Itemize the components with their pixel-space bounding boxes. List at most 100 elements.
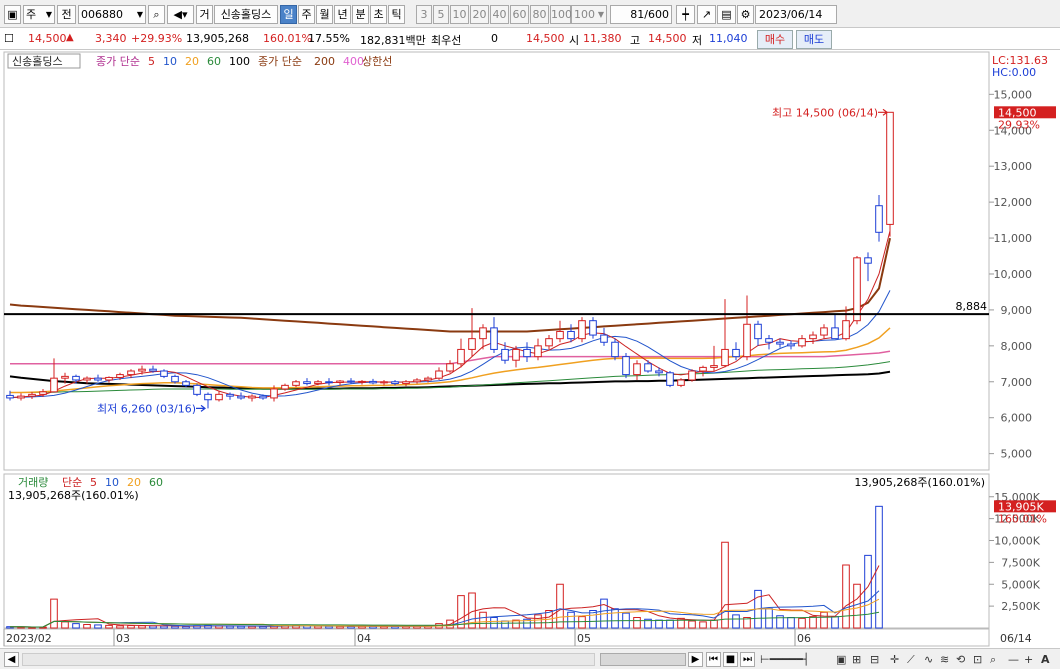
legend-ma-title: 종가 단순 — [96, 55, 140, 68]
interval-button-3[interactable]: 3 — [416, 5, 432, 24]
price-tick-label: 8,000 — [1001, 340, 1033, 353]
zoom-out-icon[interactable]: ▣ — [836, 652, 846, 667]
prev-button[interactable]: 전 — [57, 5, 76, 24]
candle-body — [589, 320, 597, 336]
stock-chart[interactable]: 15,00014,00013,00012,00011,00010,0009,00… — [0, 50, 1060, 648]
low-value: 11,040 — [709, 32, 748, 45]
zoom-slider-icon[interactable]: ⊢━━━━━┤ — [760, 652, 830, 667]
interval-button-10[interactable]: 10 — [450, 5, 469, 24]
interval-button-80[interactable]: 80 — [530, 5, 549, 24]
volume-bar — [116, 625, 124, 629]
volume-bar — [226, 625, 234, 629]
volume-bar — [831, 616, 839, 629]
legend-ma-60: 60 — [207, 55, 221, 68]
volume-bar — [864, 554, 872, 629]
stock-name[interactable]: 신송홀딩스 — [214, 5, 278, 24]
fib-icon[interactable]: ∿ — [924, 652, 933, 667]
legend-ma-100: 100 — [229, 55, 250, 68]
period-tab-6[interactable]: 틱 — [388, 5, 405, 24]
best-label: 최우선 — [431, 34, 462, 47]
volume-tick-label: 5,000K — [1001, 578, 1040, 591]
price-tick-label: 10,000 — [994, 268, 1033, 281]
interval-button-100[interactable]: 100 — [550, 5, 572, 24]
search-icon[interactable]: ⌕ — [148, 5, 165, 24]
interval-button-40[interactable]: 40 — [490, 5, 509, 24]
count-field[interactable]: 81/600 — [610, 5, 672, 24]
candle-body — [842, 320, 850, 340]
scroll-track[interactable] — [22, 653, 595, 666]
volume-bar — [611, 608, 619, 629]
buy-button[interactable]: 매수 — [757, 30, 793, 49]
crosshair-icon[interactable]: ✛ — [890, 652, 899, 667]
legend-ma-long-1: 400 — [343, 55, 364, 68]
volume-bar — [842, 564, 850, 629]
low-label: 저 — [692, 34, 703, 47]
candle-body — [501, 348, 509, 361]
period-tab-1[interactable]: 주 — [298, 5, 315, 24]
code-input[interactable]: ▼ — [78, 5, 146, 24]
cycle-icon[interactable]: ⟲ — [956, 652, 965, 667]
volume-bar — [655, 619, 663, 629]
candle-body — [666, 372, 674, 386]
count-value: 81 — [630, 8, 645, 21]
stop-icon[interactable]: ■ — [723, 652, 738, 667]
save-icon[interactable]: ▤ — [717, 5, 736, 24]
period-tab-3[interactable]: 년 — [334, 5, 351, 24]
period-tab-4[interactable]: 분 — [352, 5, 369, 24]
open-label: 시 — [569, 34, 580, 47]
interval-button-60[interactable]: 60 — [510, 5, 529, 24]
interval-button-5[interactable]: 5 — [433, 5, 449, 24]
candle-body — [380, 381, 388, 384]
candle-body — [446, 363, 454, 372]
draw-tool-icon[interactable]: ↗ — [697, 5, 716, 24]
scroll-right-icon[interactable]: ▶ — [688, 652, 703, 667]
volume-bar — [94, 624, 102, 629]
volume-bar — [83, 624, 91, 629]
type-select[interactable]: 주 ▼ — [23, 5, 55, 24]
period-tab-2[interactable]: 월 — [316, 5, 333, 24]
speaker-icon[interactable]: ◀▾ — [167, 5, 194, 24]
gear-icon[interactable]: ⚙ — [737, 5, 754, 24]
price-tick-label: 7,000 — [1001, 376, 1033, 389]
first-icon[interactable]: ⏮ — [706, 652, 721, 667]
text-tool-icon[interactable]: A — [1041, 652, 1050, 667]
interval-button-20[interactable]: 20 — [470, 5, 489, 24]
period-tab-5[interactable]: 초 — [370, 5, 387, 24]
horizontal-scrollbar[interactable]: ◀ ▶ ⏮ ■ ⏭ ⊢━━━━━┤ ▣ ⊞ ⊟ ✛ ⟋ ∿ ≋ ⟲ ⊡ ⌕ — … — [0, 648, 1060, 669]
date-field[interactable]: 2023/06/14 — [755, 5, 837, 24]
candle-icon[interactable]: ┿ — [676, 5, 695, 24]
best-price: 14,500 — [526, 32, 565, 45]
plus-icon[interactable]: + — [1024, 652, 1033, 667]
scroll-left-icon[interactable]: ◀ — [4, 652, 19, 667]
zoom-in-icon[interactable]: ⊞ — [852, 652, 861, 667]
candle-body — [600, 334, 608, 343]
channel-icon[interactable]: ≋ — [940, 652, 949, 667]
volume-bar — [578, 616, 586, 629]
interval-select[interactable]: 100 ▼ — [571, 5, 607, 24]
volume-axis: 15,000K12,500K10,000K7,500K5,000K2,500K1… — [989, 491, 1056, 613]
legend-ma-20: 20 — [185, 55, 199, 68]
trend-icon[interactable]: ⟋ — [907, 652, 915, 667]
magnify-icon[interactable]: ⌕ — [990, 652, 996, 667]
candle-body — [347, 380, 355, 383]
last-icon[interactable]: ⏭ — [740, 652, 755, 667]
trade-button[interactable]: 거 — [196, 5, 213, 24]
current-pct-label: 29.93% — [998, 118, 1040, 131]
layout-icon[interactable]: ▣ — [4, 5, 21, 24]
candle-body — [534, 345, 542, 358]
select-icon[interactable]: ⊡ — [973, 652, 982, 667]
high-annotation: 최고 14,500 (06/14) — [772, 106, 878, 119]
legend-ma-10: 10 — [163, 55, 177, 68]
sell-button[interactable]: 매도 — [796, 30, 832, 49]
fit-icon[interactable]: ⊟ — [870, 652, 879, 667]
legend-vol-ma-0: 5 — [90, 476, 97, 489]
code-input-field[interactable] — [79, 6, 145, 23]
candle-body — [864, 257, 872, 264]
candle-body — [831, 327, 839, 340]
scroll-thumb[interactable] — [600, 653, 686, 666]
best-value: 0 — [491, 32, 498, 45]
candle-body — [710, 365, 718, 368]
candle-body — [182, 381, 190, 386]
period-tab-0[interactable]: 일 — [280, 5, 297, 24]
dash-icon[interactable]: — — [1008, 652, 1019, 667]
